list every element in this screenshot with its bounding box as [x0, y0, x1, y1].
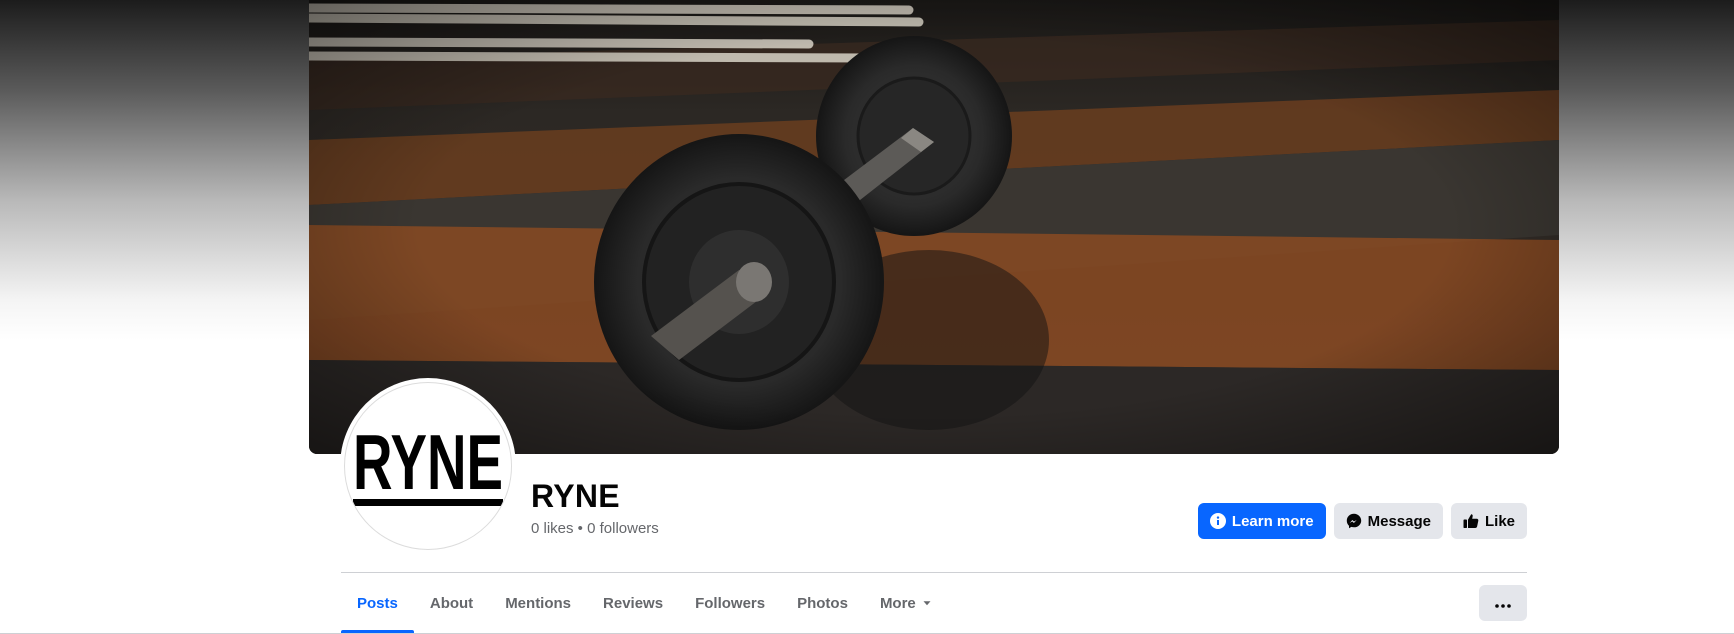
tab-mentions[interactable]: Mentions	[489, 573, 587, 633]
ellipsis-icon	[1495, 596, 1511, 611]
caret-down-icon	[922, 595, 932, 612]
like-button[interactable]: Like	[1450, 503, 1527, 539]
learn-more-label: Learn more	[1231, 512, 1314, 530]
page-actions: Learn more Message Like	[1197, 503, 1527, 539]
tab-more-label: More	[879, 594, 916, 612]
page-stats: 0 likes • 0 followers	[531, 520, 659, 537]
profile-tabs: Posts About Mentions Reviews Followers P…	[341, 573, 948, 633]
messenger-icon	[1346, 513, 1362, 529]
tab-reviews[interactable]: Reviews	[587, 573, 679, 633]
tab-followers[interactable]: Followers	[679, 573, 781, 633]
learn-more-button[interactable]: Learn more	[1197, 503, 1326, 539]
thumbs-up-icon	[1463, 513, 1479, 529]
profile-avatar[interactable]: RYNE	[344, 382, 512, 550]
tab-about[interactable]: About	[414, 573, 489, 633]
like-label: Like	[1484, 512, 1515, 530]
info-icon	[1209, 513, 1226, 529]
cover-photo[interactable]	[309, 0, 1559, 454]
barbell-cover-image	[309, 0, 1559, 454]
page-options-button[interactable]	[1479, 585, 1527, 621]
tab-posts[interactable]: Posts	[341, 573, 414, 633]
message-button[interactable]: Message	[1333, 503, 1443, 539]
ryne-logo: RYNE	[353, 418, 503, 506]
logo-text: RYNE	[353, 418, 503, 506]
page-title: RYNE	[531, 478, 620, 514]
message-label: Message	[1367, 512, 1431, 530]
tab-more[interactable]: More	[864, 573, 948, 633]
tab-photos[interactable]: Photos	[781, 573, 864, 633]
